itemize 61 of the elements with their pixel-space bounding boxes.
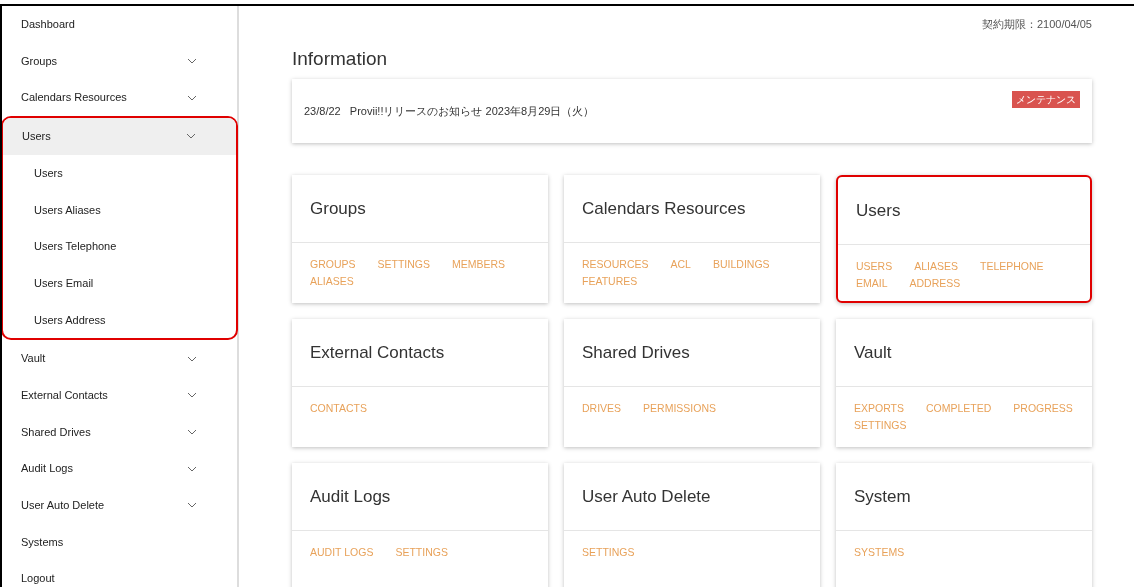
card-link[interactable]: PROGRESS xyxy=(1013,400,1073,417)
card-link[interactable]: BUILDINGS xyxy=(712,256,770,273)
card-link[interactable]: EMAIL xyxy=(856,275,888,292)
sidebar-item[interactable]: Systems xyxy=(2,523,237,561)
sidebar-item[interactable]: Vault xyxy=(2,340,237,377)
card-link[interactable]: SETTINGS xyxy=(377,256,431,273)
chevron-down-icon xyxy=(187,465,197,472)
card-title: Users xyxy=(856,199,901,222)
sidebar-item[interactable]: External Contacts xyxy=(2,376,237,414)
card-link[interactable]: CONTACTS xyxy=(310,400,367,417)
sidebar-item[interactable]: Shared Drives xyxy=(2,413,237,451)
card-link[interactable]: SETTINGS xyxy=(395,544,448,561)
notice-text[interactable]: 23/8/22 Provii!!リリースのお知らせ 2023年8月29日（火） xyxy=(304,102,595,120)
sidebar-item[interactable]: Users Aliases xyxy=(3,191,236,229)
card-link[interactable]: SETTINGS xyxy=(854,417,907,434)
sidebar-item[interactable]: Users xyxy=(3,118,236,155)
card-title: Vault xyxy=(854,341,892,364)
card-link[interactable]: USERS xyxy=(856,258,893,275)
card-title: Groups xyxy=(310,197,366,220)
sidebar-item[interactable]: Users Telephone xyxy=(3,228,236,265)
card-title: User Auto Delete xyxy=(582,485,711,508)
card-title: Calendars Resources xyxy=(582,197,746,220)
sidebar-item[interactable]: User Auto Delete xyxy=(2,486,237,524)
card-link[interactable]: AUDIT LOGS xyxy=(310,544,374,561)
card-link[interactable]: SYSTEMS xyxy=(854,544,905,561)
card-title: External Contacts xyxy=(310,341,445,364)
card-title: Audit Logs xyxy=(310,485,391,508)
card-link[interactable]: MEMBERS xyxy=(452,256,506,273)
sidebar-item[interactable]: Calendars Resources xyxy=(2,79,237,117)
card-title: System xyxy=(854,485,911,508)
chevron-down-icon xyxy=(187,355,197,362)
chevron-down-icon xyxy=(187,502,197,509)
card-link[interactable]: COMPLETED xyxy=(926,400,992,417)
card-link[interactable]: EXPORTS xyxy=(854,400,904,417)
card-link[interactable]: DRIVES xyxy=(582,400,622,417)
card-link[interactable]: PERMISSIONS xyxy=(643,400,717,417)
card-link[interactable]: ALIASES xyxy=(310,273,354,290)
card-link[interactable]: ACL xyxy=(670,256,691,273)
maintenance-tag: メンテナンス xyxy=(1012,91,1080,108)
chevron-down-icon xyxy=(187,428,197,435)
sidebar-item[interactable]: Dashboard xyxy=(2,6,237,43)
sidebar-item[interactable]: Users xyxy=(3,154,236,192)
chevron-down-icon xyxy=(187,58,197,65)
card-link[interactable]: RESOURCES xyxy=(582,256,649,273)
card-link[interactable]: ADDRESS xyxy=(909,275,961,292)
sidebar-item[interactable]: Audit Logs xyxy=(2,450,237,487)
section-title: Information xyxy=(292,46,389,71)
card-link[interactable]: FEATURES xyxy=(582,273,638,290)
sidebar-item[interactable]: Users Address xyxy=(3,301,236,339)
card-link[interactable]: TELEPHONE xyxy=(979,258,1044,275)
contract-expiry: 契約期限：2100/04/05 xyxy=(981,17,1092,32)
chevron-down-icon xyxy=(187,392,197,399)
card-link[interactable]: GROUPS xyxy=(310,256,356,273)
sidebar-item[interactable]: Groups xyxy=(2,42,237,80)
chevron-down-icon xyxy=(186,133,196,140)
sidebar-item[interactable]: Logout xyxy=(2,560,237,587)
card-link[interactable]: ALIASES xyxy=(914,258,958,275)
sidebar-item[interactable]: Users Email xyxy=(3,264,236,302)
card-link[interactable]: SETTINGS xyxy=(582,544,635,561)
chevron-down-icon xyxy=(187,94,197,101)
card-title: Shared Drives xyxy=(582,341,690,364)
